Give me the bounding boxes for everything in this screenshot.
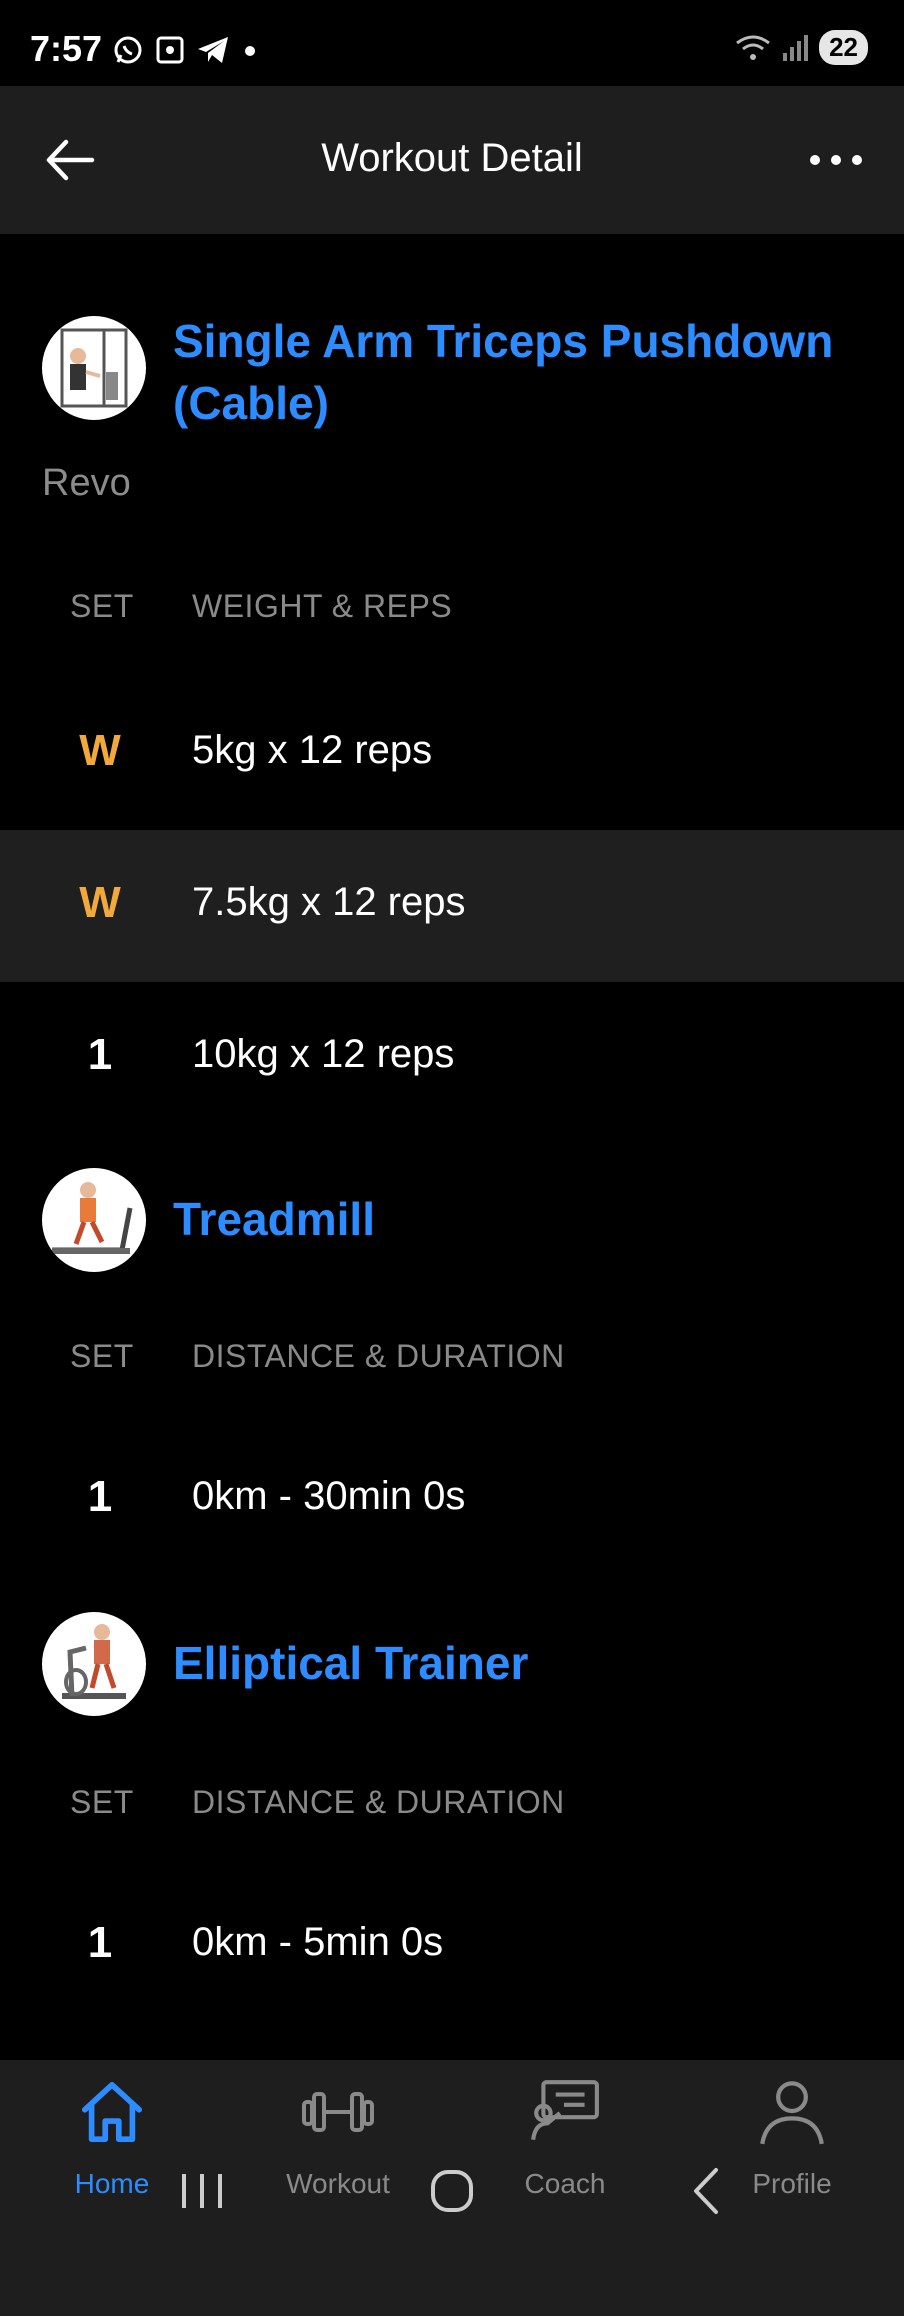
elliptical-icon (62, 1624, 126, 1699)
exercise-thumbnail (42, 316, 146, 420)
battery-icon: 22 (819, 30, 868, 65)
treadmill-icon (52, 1182, 133, 1254)
set-label-number: 1 (87, 1030, 113, 1079)
page-title: Workout Detail (321, 136, 583, 180)
more-horizontal-icon (810, 155, 862, 165)
signal-icon (783, 34, 809, 61)
set-label-number: 1 (87, 1472, 113, 1521)
exercise-name[interactable]: Treadmill (173, 1188, 853, 1250)
nav-label: Home (74, 2168, 150, 2199)
screenshot-icon (156, 36, 184, 64)
set-row: W 5kg x 12 reps (0, 678, 904, 830)
column-header-set: SET (70, 1338, 134, 1374)
coach-icon (531, 2080, 599, 2141)
set-row: 1 0km - 5min 0s (0, 1870, 904, 2022)
wifi-icon (736, 35, 770, 60)
set-row: 1 0km - 30min 0s (0, 1424, 904, 1576)
bottom-navigation: Home Workout Coach Profile (0, 2060, 904, 2316)
set-value: 0km - 5min 0s (192, 1920, 444, 1964)
home-system-button[interactable] (412, 2156, 492, 2226)
person-icon (760, 2081, 824, 2145)
column-header-set: SET (70, 1784, 134, 1820)
set-row: 1 10kg x 12 reps (0, 982, 904, 1134)
telegram-icon (198, 37, 228, 63)
set-value: 0km - 30min 0s (192, 1474, 466, 1518)
set-value: 10kg x 12 reps (192, 1032, 455, 1076)
exercise-note: Revo (42, 462, 131, 504)
app-bar: Workout Detail (0, 86, 904, 234)
more-button[interactable] (808, 146, 864, 174)
back-chevron-icon (694, 2168, 718, 2214)
column-header-distance-duration: DISTANCE & DURATION (192, 1784, 565, 1820)
status-left-icons (112, 34, 260, 66)
exercise-card[interactable]: Elliptical Trainer (0, 1612, 904, 1716)
home-icon (81, 2081, 143, 2143)
status-right-icons: 22 (735, 30, 868, 65)
back-system-button[interactable] (666, 2156, 746, 2226)
column-header-set: SET (70, 588, 134, 624)
column-header-weight-reps: WEIGHT & REPS (192, 588, 453, 624)
set-label-number: 1 (87, 1918, 113, 1967)
nav-coach[interactable]: Coach (495, 2078, 635, 2199)
cable-machine-icon (60, 328, 128, 408)
nav-label: Coach (524, 2168, 606, 2199)
set-value: 7.5kg x 12 reps (192, 880, 466, 924)
workout-content: Single Arm Triceps Pushdown (Cable) Revo… (0, 234, 904, 2060)
set-row: W 7.5kg x 12 reps (0, 830, 904, 982)
column-header-distance-duration: DISTANCE & DURATION (192, 1338, 565, 1374)
status-time: 7:57 (30, 28, 103, 69)
set-value: 5kg x 12 reps (192, 728, 433, 772)
home-circle-icon (431, 2170, 473, 2212)
nav-home[interactable]: Home (42, 2078, 182, 2199)
exercise-name[interactable]: Single Arm Triceps Pushdown (Cable) (173, 310, 853, 434)
nav-workout[interactable]: Workout (268, 2078, 408, 2199)
exercise-thumbnail (42, 1612, 146, 1716)
recent-apps-button[interactable] (162, 2156, 242, 2226)
exercise-card[interactable]: Single Arm Triceps Pushdown (Cable) (0, 315, 904, 496)
exercise-card[interactable]: Treadmill (0, 1168, 904, 1272)
nav-label: Workout (286, 2168, 390, 2199)
dot-icon (245, 46, 255, 56)
whatsapp-icon (114, 36, 142, 64)
recent-apps-icon (182, 2174, 222, 2208)
exercise-thumbnail (42, 1168, 146, 1272)
set-label-warmup: W (79, 878, 121, 927)
exercise-name[interactable]: Elliptical Trainer (173, 1632, 853, 1694)
set-label-warmup: W (79, 726, 121, 775)
dumbbell-icon (302, 2092, 374, 2132)
status-bar: 7:57 22 (0, 0, 904, 86)
